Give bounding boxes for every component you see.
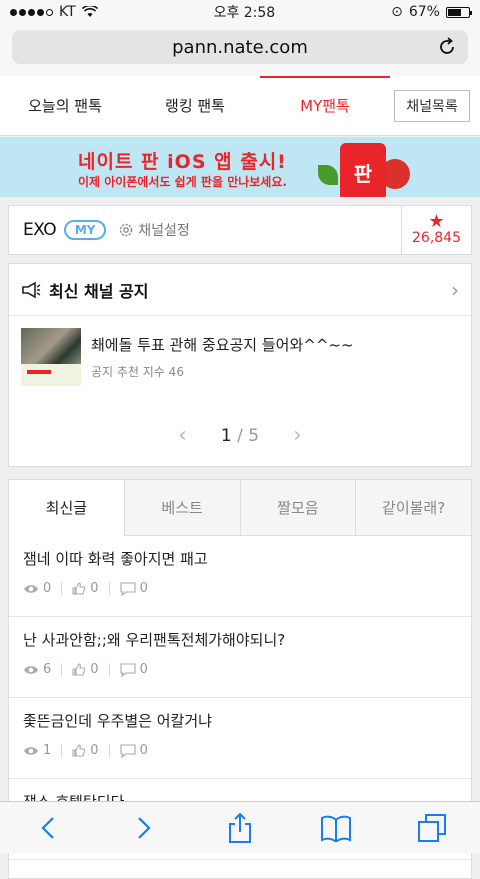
gear-icon: [118, 222, 134, 238]
post-row[interactable]: 잼네 이따 화력 좋아지면 패고 0 0 0: [9, 536, 471, 617]
carrier-label: KT: [59, 4, 76, 20]
tabs-icon: [417, 813, 447, 843]
battery-percent: 67%: [409, 4, 440, 20]
share-icon: [227, 812, 253, 844]
app-phone-icon: 판: [340, 143, 386, 197]
share-button[interactable]: [220, 808, 260, 848]
channel-settings-link[interactable]: 채널설정: [118, 220, 190, 240]
channel-name: EXO: [23, 220, 56, 240]
notice-pager: ‹ 1 / 5 ›: [9, 423, 471, 448]
banner-subtitle: 이제 아이폰에서도 쉽게 판을 만나보세요.: [78, 173, 287, 190]
main-nav: 오늘의 팬톡 랭킹 팬톡 MY팬톡 채널목록: [0, 76, 480, 136]
notice-item-meta: 공지 추천 지수 46: [91, 363, 354, 380]
notice-thumbnail: [21, 328, 81, 386]
back-icon: [40, 816, 56, 840]
view-count: 0: [43, 581, 51, 596]
forward-button[interactable]: [124, 808, 164, 848]
wifi-icon: [82, 6, 98, 18]
post-row[interactable]: 난 사과안함;;왜 우리팬톡전체가해야되니? 6 0 0: [9, 617, 471, 698]
channel-settings-label: 채널설정: [138, 220, 190, 240]
comment-count: 0: [140, 581, 148, 596]
post-meta: 6 0 0: [23, 662, 457, 677]
thumbs-up-icon: [72, 582, 86, 596]
clock: 오후 2:58: [214, 2, 276, 22]
tab-watch-together[interactable]: 같이볼래?: [355, 480, 471, 535]
comment-count: 0: [140, 743, 148, 758]
page-total: 5: [248, 426, 259, 446]
forward-icon: [136, 816, 152, 840]
comment-icon: [120, 663, 136, 677]
thumbs-up-icon: [72, 663, 86, 677]
browser-bar: pann.nate.com: [0, 24, 480, 76]
my-badge: MY: [64, 220, 106, 240]
tab-pictures[interactable]: 짤모음: [240, 480, 356, 535]
thumbs-up-icon: [72, 744, 86, 758]
tab-best[interactable]: 베스트: [124, 480, 240, 535]
eye-icon: [23, 664, 39, 676]
page-separator: /: [232, 426, 249, 446]
channel-list-button[interactable]: 채널목록: [394, 90, 470, 122]
post-meta: 1 0 0: [23, 743, 457, 758]
post-title: 좇뜬금인데 우주별은 어칼거냐: [23, 710, 457, 731]
notice-title: 최신 채널 공지: [49, 278, 148, 302]
comment-count: 0: [140, 662, 148, 677]
star-icon: ★: [428, 214, 444, 230]
bookmarks-button[interactable]: [316, 808, 356, 848]
notice-header[interactable]: 최신 채널 공지 ›: [9, 264, 471, 316]
browser-toolbar: [0, 801, 480, 853]
megaphone-icon: [21, 281, 41, 299]
eye-icon: [23, 745, 39, 757]
post-meta: 0 0 0: [23, 581, 457, 596]
chevron-right-icon: ›: [451, 278, 459, 302]
status-bar: KT 오후 2:58 ⊙ 67%: [0, 0, 480, 24]
view-count: 6: [43, 662, 51, 677]
tab-today-fantalk[interactable]: 오늘의 팬톡: [0, 76, 130, 135]
url-text: pann.nate.com: [172, 37, 308, 58]
address-bar[interactable]: pann.nate.com: [12, 30, 468, 64]
eye-icon: [23, 583, 39, 595]
book-icon: [320, 814, 352, 842]
notice-item-title: 쵀에돌 투표 관해 중요공지 들어와^^~~: [91, 334, 354, 355]
app-promo-banner[interactable]: 네이트 판 iOS 앱 출시! 이제 아이폰에서도 쉽게 판을 만나보세요. 판: [0, 137, 480, 197]
next-page-icon[interactable]: ›: [293, 423, 302, 448]
back-button[interactable]: [28, 808, 68, 848]
star-button[interactable]: ★ 26,845: [401, 206, 471, 254]
banner-title: 네이트 판 iOS 앱 출시!: [78, 147, 287, 174]
post-tabs: 최신글 베스트 짤모음 같이볼래?: [9, 480, 471, 536]
notice-item[interactable]: 쵀에돌 투표 관해 중요공지 들어와^^~~ 공지 추천 지수 46: [9, 316, 471, 398]
post-title: 잼네 이따 화력 좋아지면 패고: [23, 548, 457, 569]
leaf-icon: [318, 165, 338, 185]
channel-notice-card: 최신 채널 공지 › 쵀에돌 투표 관해 중요공지 들어와^^~~ 공지 추천 …: [8, 263, 472, 467]
tabs-button[interactable]: [412, 808, 452, 848]
like-count: 0: [90, 581, 98, 596]
tab-ranking-fantalk[interactable]: 랭킹 팬톡: [130, 76, 260, 135]
prev-page-icon[interactable]: ‹: [178, 423, 187, 448]
tab-latest[interactable]: 최신글: [9, 480, 124, 536]
signal-icon: [10, 9, 53, 16]
post-row[interactable]: 좇뜬금인데 우주별은 어칼거냐 1 0 0: [9, 698, 471, 779]
like-count: 0: [90, 662, 98, 677]
tab-my-fantalk[interactable]: MY팬톡: [260, 76, 390, 135]
page-indicator: 1 / 5: [221, 426, 259, 446]
star-count: 26,845: [412, 230, 461, 246]
orientation-lock-icon: ⊙: [391, 4, 403, 20]
view-count: 1: [43, 743, 51, 758]
post-title: 난 사과안함;;왜 우리팬톡전체가해야되니?: [23, 629, 457, 650]
comment-icon: [120, 744, 136, 758]
battery-icon: [446, 7, 470, 18]
channel-header: EXO MY 채널설정 ★ 26,845: [8, 205, 472, 255]
comment-icon: [120, 582, 136, 596]
like-count: 0: [90, 743, 98, 758]
reload-icon[interactable]: [436, 36, 458, 58]
page-current: 1: [221, 426, 232, 446]
